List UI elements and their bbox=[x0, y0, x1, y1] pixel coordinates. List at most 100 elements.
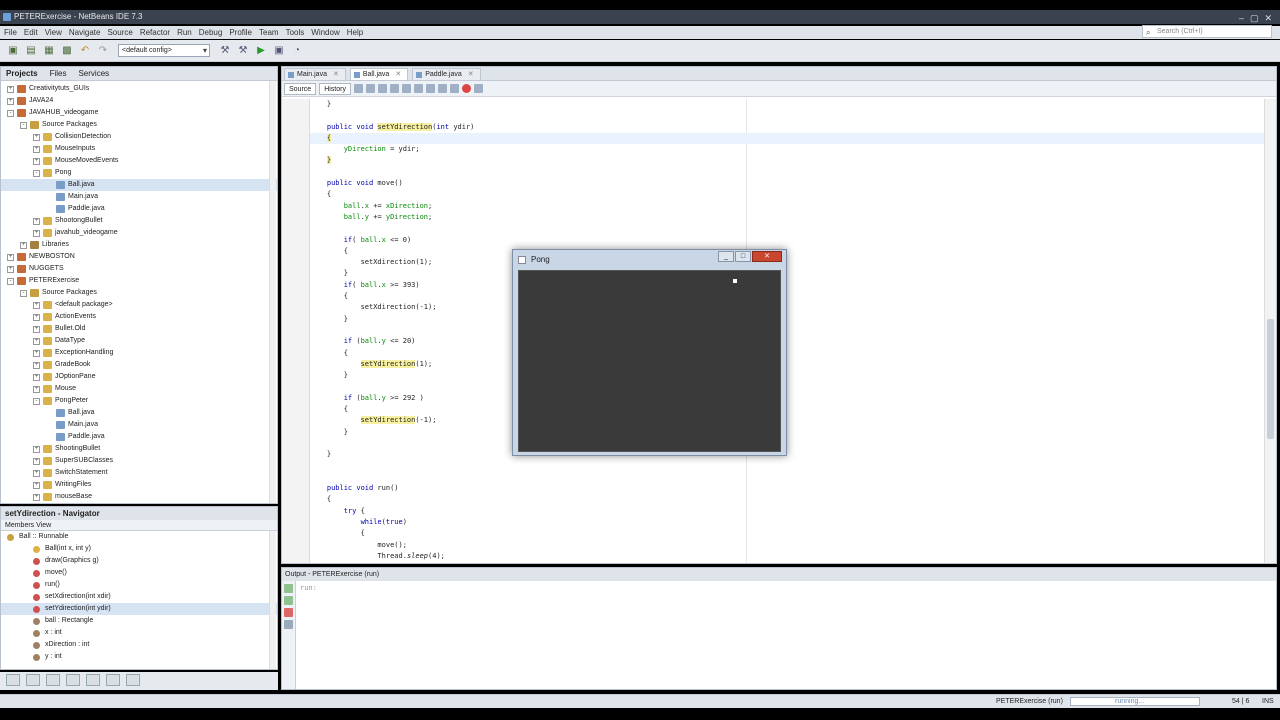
tree-node[interactable]: Paddle.java bbox=[1, 431, 277, 443]
tree-node[interactable]: + Creativitytuts_GUIs bbox=[1, 83, 277, 95]
code-line[interactable]: 84 bbox=[310, 472, 1264, 483]
filter-icon[interactable] bbox=[26, 674, 40, 686]
shift-right-icon[interactable] bbox=[437, 84, 447, 93]
redo-icon[interactable]: ↷ bbox=[96, 44, 110, 58]
tree-node[interactable]: + JAVA24 bbox=[1, 95, 277, 107]
tree-node[interactable]: Main.java bbox=[1, 191, 277, 203]
code-line[interactable]: 63 if( ball.x <= 0) bbox=[310, 235, 1264, 246]
expand-icon[interactable]: + bbox=[33, 326, 40, 333]
code-line[interactable]: 89 { bbox=[310, 528, 1264, 539]
code-line[interactable]: 88 while(true) bbox=[310, 517, 1264, 528]
tree-node[interactable]: + Mouse bbox=[1, 383, 277, 395]
code-line[interactable]: 53 public void setYdirection(int ydir) bbox=[310, 122, 1264, 133]
filter-icon[interactable] bbox=[66, 674, 80, 686]
filter-icon[interactable] bbox=[6, 674, 20, 686]
undo-icon[interactable]: ↶ bbox=[78, 44, 92, 58]
expand-icon[interactable]: + bbox=[33, 218, 40, 225]
editor-tab[interactable]: Main.java ✕ bbox=[284, 68, 346, 80]
maximize-icon[interactable]: □ bbox=[735, 251, 751, 262]
collapse-icon[interactable]: - bbox=[7, 110, 14, 117]
navigator-member[interactable]: setXdirection(int xdir) bbox=[1, 591, 277, 603]
code-line[interactable]: 62 bbox=[310, 223, 1264, 234]
menu-edit[interactable]: Edit bbox=[24, 28, 38, 37]
menu-help[interactable]: Help bbox=[347, 28, 363, 37]
code-line[interactable]: 71 bbox=[310, 325, 1264, 336]
tree-node[interactable]: - Pong bbox=[1, 167, 277, 179]
projects-scrollbar[interactable] bbox=[269, 81, 276, 503]
collapse-icon[interactable]: - bbox=[20, 290, 27, 297]
find-prev-icon[interactable] bbox=[389, 84, 399, 93]
menu-team[interactable]: Team bbox=[259, 28, 279, 37]
profile-icon[interactable]: ◔ bbox=[290, 44, 304, 58]
save-all-icon[interactable]: ▩ bbox=[60, 44, 74, 58]
tree-node[interactable]: Ball.java bbox=[1, 407, 277, 419]
navigator-member[interactable]: run() bbox=[1, 579, 277, 591]
code-line[interactable]: 83 bbox=[310, 461, 1264, 472]
filter-icon[interactable] bbox=[46, 674, 60, 686]
code-line[interactable]: 61 ball.y += yDirection; bbox=[310, 212, 1264, 223]
expand-icon[interactable]: + bbox=[7, 266, 14, 273]
code-line[interactable]: 77 if (ball.y >= 292 ) bbox=[310, 393, 1264, 404]
tree-node[interactable]: + Libraries bbox=[1, 239, 277, 251]
expand-icon[interactable]: + bbox=[33, 350, 40, 357]
tree-node[interactable]: - Source Packages bbox=[1, 119, 277, 131]
menu-source[interactable]: Source bbox=[107, 28, 132, 37]
code-line[interactable]: 55 yDirection = ydir; bbox=[310, 144, 1264, 155]
menu-refactor[interactable]: Refactor bbox=[140, 28, 170, 37]
navigator-member[interactable]: Ball :: Runnable bbox=[1, 531, 277, 543]
expand-icon[interactable]: + bbox=[20, 242, 27, 249]
code-line[interactable]: 65 setXdirection(1); bbox=[310, 257, 1264, 268]
expand-icon[interactable]: + bbox=[33, 302, 40, 309]
collapse-icon[interactable]: - bbox=[7, 278, 14, 285]
collapse-icon[interactable]: - bbox=[33, 170, 40, 177]
editor-tab[interactable]: Paddle.java ✕ bbox=[412, 68, 481, 80]
code-line[interactable]: 80 } bbox=[310, 427, 1264, 438]
minimize-icon[interactable]: – bbox=[1239, 11, 1244, 25]
tree-node[interactable]: + MouseMovedEvents bbox=[1, 155, 277, 167]
editor-tab[interactable]: Ball.java ✕ bbox=[349, 68, 409, 80]
tree-node[interactable]: + MouseInputs bbox=[1, 143, 277, 155]
build-icon[interactable]: ⚒ bbox=[218, 44, 232, 58]
tree-node[interactable]: + ExceptionHandling bbox=[1, 347, 277, 359]
code-line[interactable]: 52 bbox=[310, 110, 1264, 121]
code-line[interactable]: 68 { bbox=[310, 291, 1264, 302]
code-line[interactable]: 79 setYdirection(-1); bbox=[310, 415, 1264, 426]
tree-node[interactable]: + mouseBase bbox=[1, 491, 277, 503]
tree-node[interactable]: + <default package> bbox=[1, 299, 277, 311]
tree-node[interactable]: + SuperSUBClasses bbox=[1, 455, 277, 467]
navigator-member[interactable]: move() bbox=[1, 567, 277, 579]
tree-node[interactable]: + JOptionPane bbox=[1, 371, 277, 383]
new-file-icon[interactable]: ▤ bbox=[24, 44, 38, 58]
code-line[interactable]: 58 public void move() bbox=[310, 178, 1264, 189]
navigator-member[interactable]: setYdirection(int ydir) bbox=[1, 603, 277, 615]
navigator-member[interactable]: x : int bbox=[1, 627, 277, 639]
code-area[interactable]: 51 }5253 public void setYdirection(int y… bbox=[310, 99, 1264, 563]
game-canvas[interactable] bbox=[518, 270, 781, 452]
tree-node[interactable]: + WritingFiles bbox=[1, 479, 277, 491]
code-line[interactable]: 59 { bbox=[310, 189, 1264, 200]
tree-node[interactable]: + DataType bbox=[1, 335, 277, 347]
tree-node[interactable]: + GradeBook bbox=[1, 359, 277, 371]
expand-icon[interactable]: + bbox=[33, 458, 40, 465]
find-icon[interactable] bbox=[377, 84, 387, 93]
clean-build-icon[interactable]: ⚒ bbox=[236, 44, 250, 58]
expand-icon[interactable]: + bbox=[33, 362, 40, 369]
expand-icon[interactable]: + bbox=[7, 254, 14, 261]
expand-icon[interactable]: + bbox=[7, 98, 14, 105]
code-line[interactable]: 54 { bbox=[310, 132, 1264, 145]
find-next-icon[interactable] bbox=[401, 84, 411, 93]
tab-projects[interactable]: Projects bbox=[6, 69, 38, 78]
menu-window[interactable]: Window bbox=[311, 28, 339, 37]
code-line[interactable]: 87 try { bbox=[310, 506, 1264, 517]
members-view-select[interactable]: Members View bbox=[1, 520, 277, 531]
tree-node[interactable]: + SwitchStatement bbox=[1, 467, 277, 479]
scroll-thumb[interactable] bbox=[1267, 319, 1274, 439]
tab-services[interactable]: Services bbox=[78, 69, 109, 78]
code-line[interactable]: 51 } bbox=[310, 99, 1264, 110]
expand-icon[interactable]: + bbox=[33, 470, 40, 477]
expand-icon[interactable]: + bbox=[33, 386, 40, 393]
tree-node[interactable]: + NUGGETS bbox=[1, 263, 277, 275]
tree-node[interactable]: + javahub_videogame bbox=[1, 227, 277, 239]
source-button[interactable]: Source bbox=[284, 82, 317, 95]
menu-run[interactable]: Run bbox=[177, 28, 192, 37]
